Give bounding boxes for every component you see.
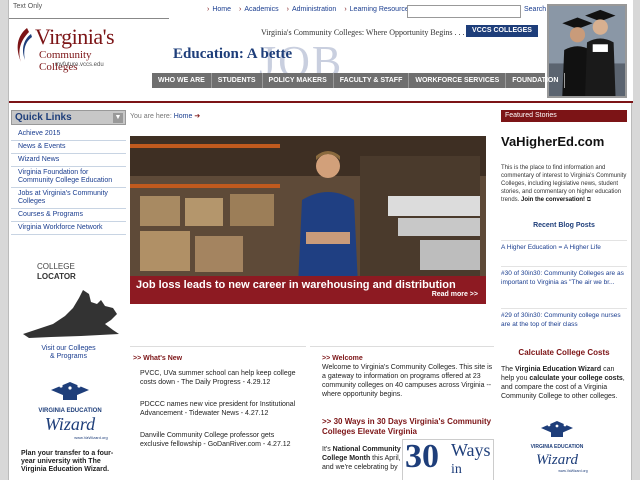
logo-line1: Virginia's xyxy=(35,24,115,49)
visit-programs-link[interactable]: & Programs xyxy=(11,353,126,360)
vccs-colleges-button[interactable]: VCCS COLLEGES xyxy=(466,25,538,37)
vccs-logo[interactable]: Virginia's Community Colleges myfuture.v… xyxy=(13,24,131,73)
nav-faculty-staff[interactable]: FACULTY & STAFF xyxy=(334,73,410,88)
wizard-right-url: www.VaWizard.org xyxy=(558,469,587,473)
vahighered-text: This is the place to find information an… xyxy=(501,164,627,204)
whats-new-section: >> What's New PVCC, UVa summer school ca… xyxy=(130,346,306,480)
quick-link-achieve-2015[interactable]: Achieve 2015 xyxy=(11,128,126,141)
chevron-down-icon[interactable]: ▼ xyxy=(113,113,123,123)
blog-post-link[interactable]: A Higher Education = A Higher Life xyxy=(501,240,627,252)
featured-stories-header: Featured Stories xyxy=(501,110,627,122)
quick-links-title: Quick Links xyxy=(15,112,72,123)
banner-title: Education: A bette xyxy=(173,46,293,62)
hero-caption: Job loss leads to new career in warehous… xyxy=(130,276,486,304)
news-item[interactable]: Danville Community College professor get… xyxy=(140,431,300,449)
nav-workforce-services[interactable]: WORKFORCE SERVICES xyxy=(409,73,507,88)
right-sidebar: Featured Stories VaHigherEd.com This is … xyxy=(501,108,631,480)
vh-join-link[interactable]: Join the conversation! xyxy=(521,197,585,203)
header-rule xyxy=(9,18,169,19)
search-input[interactable] xyxy=(407,5,521,18)
breadcrumb: You are here: Home ➔ xyxy=(130,112,200,120)
left-sidebar: Quick Links ▼ Achieve 2015 News & Events… xyxy=(11,110,126,480)
quick-link-courses-programs[interactable]: Courses & Programs xyxy=(11,209,126,222)
w30-text-pre: It's xyxy=(322,446,333,453)
quick-link-workforce-network[interactable]: Virginia Workforce Network xyxy=(11,222,126,235)
text-only-link[interactable]: Text Only xyxy=(13,3,42,10)
top-nav-academics[interactable]: › Academics xyxy=(239,6,279,13)
nav-foundation[interactable]: FOUNDATION xyxy=(506,73,566,88)
logo-line2: Community Colleges xyxy=(39,49,92,73)
quick-links-header[interactable]: Quick Links ▼ xyxy=(11,110,126,125)
w30-ways: Ways xyxy=(451,440,491,460)
calc-costs-link[interactable]: calculate your college costs xyxy=(529,375,622,382)
nav-policy-makers[interactable]: POLICY MAKERS xyxy=(263,73,334,88)
whats-new-title[interactable]: >> What's New xyxy=(133,355,182,362)
top-nav-learning-resources-label[interactable]: Learning Resources xyxy=(350,6,413,13)
quick-link-wizard-news[interactable]: Wizard News xyxy=(11,154,126,167)
top-nav-learning-resources[interactable]: › Learning Resources xyxy=(344,6,412,13)
main-nav: WHO WE ARE STUDENTS POLICY MAKERS FACULT… xyxy=(152,73,566,88)
locator-title-1: COLLEGE xyxy=(37,262,75,271)
wizard-transfer-text[interactable]: Plan your transfer to a four-year univer… xyxy=(21,450,125,474)
wizard-logo-url: www.VaWizard.org xyxy=(74,435,108,440)
top-nav-administration[interactable]: › Administration xyxy=(287,6,337,13)
wizard-logo-word: Wizard xyxy=(45,414,96,434)
education-wizard-logo[interactable]: VIRGINIA EDUCATION Wizard www.VaWizard.o… xyxy=(21,372,119,444)
visit-colleges-link[interactable]: Visit our Colleges xyxy=(11,345,126,353)
top-nav-home-label[interactable]: Home xyxy=(212,6,231,13)
main-content: You are here: Home ➔ Job loss leads to n… xyxy=(129,108,497,480)
thirty-ways-image[interactable]: 30 Ways in xyxy=(402,439,494,480)
site-header: Text Only › Home › Academics › Administrati… xyxy=(9,0,633,103)
logo-swoosh-icon xyxy=(17,28,32,62)
search-button[interactable]: Search xyxy=(524,6,546,13)
breadcrumb-home[interactable]: Home xyxy=(174,113,193,120)
wizard-right-word: Wizard xyxy=(536,452,578,468)
education-banner: JOB Education: A bette xyxy=(169,40,549,74)
w30-number: 30 xyxy=(405,439,439,475)
top-nav-home[interactable]: › Home xyxy=(207,6,231,13)
welcome-text: Welcome to Virginia's Community Colleges… xyxy=(322,364,493,398)
calc-pre: The xyxy=(501,366,516,373)
header-divider xyxy=(9,101,633,103)
page: Text Only › Home › Academics › Administrati… xyxy=(8,0,633,480)
hero-title[interactable]: Job loss leads to new career in warehous… xyxy=(136,279,456,291)
breadcrumb-prefix: You are here: xyxy=(130,113,172,120)
blog-post-link[interactable]: #29 of 30in30: Community college nurses … xyxy=(501,308,627,329)
breadcrumb-arrow-icon: ➔ xyxy=(194,113,201,120)
calc-wizard-link[interactable]: Virginia Education Wizard xyxy=(515,366,601,373)
recent-blog-posts-title: Recent Blog Posts xyxy=(533,222,595,229)
locator-title-2: LOCATOR xyxy=(37,272,76,281)
vahighered-title[interactable]: VaHigherEd.com xyxy=(501,134,604,149)
news-item[interactable]: PDCCC names new vice president for Insti… xyxy=(140,400,300,418)
virginia-map-icon[interactable] xyxy=(21,284,121,339)
thirty-ways-title[interactable]: >> 30 Ways in 30 Days Virginia's Communi… xyxy=(322,417,498,437)
calculate-costs-title[interactable]: Calculate College Costs xyxy=(501,348,627,357)
nav-students[interactable]: STUDENTS xyxy=(212,73,263,88)
quick-link-news-events[interactable]: News & Events xyxy=(11,141,126,154)
nav-who-we-are[interactable]: WHO WE ARE xyxy=(152,73,212,88)
top-nav-academics-label[interactable]: Academics xyxy=(244,6,278,13)
quick-links-list: Achieve 2015 News & Events Wizard News V… xyxy=(11,128,126,235)
education-wizard-logo-right[interactable]: VIRGINIA EDUCATION Wizard www.VaWizard.o… xyxy=(521,414,593,478)
logo-line3: myfuture.vccs.edu xyxy=(55,62,104,68)
calculate-costs-text: The Virginia Education Wizard can help y… xyxy=(501,365,627,401)
top-nav-administration-label[interactable]: Administration xyxy=(292,6,336,13)
tagline: Virginia's Community Colleges: Where Opp… xyxy=(261,28,465,37)
hero-read-more-link[interactable]: Read more >> xyxy=(432,291,478,298)
quick-link-foundation[interactable]: Virginia Foundation for Community Colleg… xyxy=(11,167,126,188)
top-nav: › Home › Academics › Administration › Learni… xyxy=(207,6,420,13)
news-item[interactable]: PVCC, UVa summer school can help keep co… xyxy=(140,369,300,387)
wizard-right-top: VIRGINIA EDUCATION xyxy=(531,444,584,450)
external-link-icon[interactable]: ⧉ xyxy=(587,197,591,203)
w30-in: in xyxy=(451,462,462,477)
quick-link-jobs[interactable]: Jobs at Virginia's Community Colleges xyxy=(11,188,126,209)
college-locator[interactable]: COLLEGE LOCATOR Visit our Colleges & Pro… xyxy=(11,252,126,364)
thirty-ways-text: It's National Community College Month th… xyxy=(322,445,406,472)
blog-post-link[interactable]: #30 of 30in30: Community Colleges are as… xyxy=(501,266,627,287)
hero-feature[interactable]: Job loss leads to new career in warehous… xyxy=(130,136,486,304)
welcome-section: >> Welcome Welcome to Virginia's Communi… xyxy=(310,346,494,480)
welcome-title[interactable]: >> Welcome xyxy=(322,355,363,362)
